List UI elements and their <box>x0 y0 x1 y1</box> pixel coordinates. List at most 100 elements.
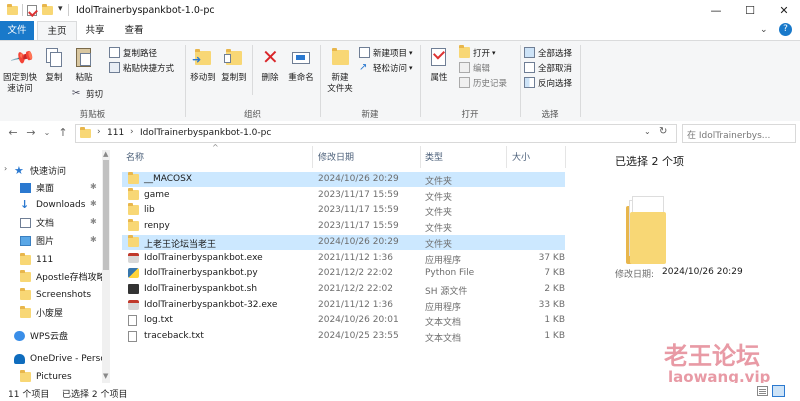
sort-ascending-icon: ^ <box>212 143 219 152</box>
file-size: 37 KB <box>538 252 565 263</box>
onedrive-icon <box>14 353 25 364</box>
new-folder-quick-icon[interactable] <box>42 4 53 15</box>
new-folder-button[interactable]: 新建 文件夹 <box>324 44 356 104</box>
status-selected-count: 已选择 2 个项目 <box>62 390 128 400</box>
copy-button[interactable]: 复制 <box>40 44 68 94</box>
search-box[interactable]: 在 IdolTrainerbys... <box>682 124 796 143</box>
preview-title: 已选择 2 个项 <box>615 155 684 168</box>
shell-script-icon <box>128 283 139 294</box>
file-name: IdolTrainerbyspankbot.sh <box>144 283 258 294</box>
help-icon[interactable]: ? <box>779 23 792 36</box>
details-view-icon[interactable] <box>757 386 768 396</box>
nav-item[interactable]: OneDrive - Perso <box>14 350 114 367</box>
close-button[interactable]: ✕ <box>768 0 800 21</box>
nav-item[interactable]: WPS云盘 <box>14 327 114 344</box>
folder-icon <box>20 369 31 382</box>
tab-file[interactable]: 文件 <box>0 21 34 40</box>
rename-label: 重命名 <box>288 73 314 83</box>
expand-chevron-icon[interactable]: › <box>4 164 7 173</box>
file-row[interactable]: IdolTrainerbyspankbot.sh 2021/12/2 22:02 S… <box>122 282 565 297</box>
rename-button[interactable]: 重命名 <box>286 44 316 96</box>
edit-label: 编辑 <box>473 63 491 74</box>
file-row[interactable]: traceback.txt 2024/10/25 23:55 文本文档 1 KB <box>122 329 565 344</box>
collapse-ribbon-icon[interactable]: ⌄ <box>760 25 768 35</box>
nav-scrollbar-thumb[interactable] <box>103 160 109 270</box>
file-row[interactable]: renpy 2023/11/17 15:59 文件夹 <box>122 219 565 234</box>
pin-label: 固定到快 速访问 <box>2 73 37 94</box>
open-icon <box>459 45 470 58</box>
select-none-button[interactable]: 全部取消 <box>524 61 572 74</box>
column-divider[interactable] <box>565 146 566 168</box>
easy-access-button[interactable]: ↗ 轻松访问 ▾ <box>359 61 413 74</box>
folder-icon <box>128 219 139 232</box>
customize-toolbar-icon[interactable]: ▾ <box>58 4 63 14</box>
tab-share[interactable]: 共享 <box>78 21 112 40</box>
delete-button[interactable]: ✕ 删除 <box>256 44 284 96</box>
address-bar[interactable]: › 111 › IdolTrainerbyspankbot-1.0-pc ⌄ ↻ <box>75 124 677 143</box>
application-icon <box>128 252 139 263</box>
column-header-name[interactable]: 名称 <box>126 150 144 163</box>
edit-button[interactable]: 编辑 <box>459 61 490 74</box>
breadcrumb-current[interactable]: IdolTrainerbyspankbot-1.0-pc <box>140 128 271 138</box>
open-button[interactable]: 打开 ▾ <box>459 45 496 59</box>
maximize-button[interactable]: ☐ <box>734 0 766 21</box>
back-arrow-icon[interactable]: ← <box>6 126 20 140</box>
properties-button[interactable]: 属性 <box>424 44 454 96</box>
file-type: 文件夹 <box>425 239 453 250</box>
refresh-icon[interactable]: ↻ <box>659 126 667 137</box>
new-item-button[interactable]: 新建项目 ▾ <box>359 46 413 59</box>
recent-locations-icon[interactable]: ⌄ <box>40 126 54 140</box>
copy-path-button[interactable]: 复制路径 <box>109 46 157 59</box>
file-row[interactable]: game 2023/11/17 15:59 文件夹 <box>122 187 565 203</box>
properties-quick-icon[interactable] <box>27 5 38 17</box>
up-arrow-icon[interactable]: ↑ <box>56 126 70 140</box>
copy-to-button[interactable]: 复制到 <box>219 44 249 96</box>
file-date: 2021/11/12 1:36 <box>318 299 393 310</box>
cut-button[interactable]: ✂ 剪切 <box>72 87 103 100</box>
column-header-type[interactable]: 类型 <box>425 150 443 163</box>
invert-selection-button[interactable]: 反向选择 <box>524 76 572 89</box>
paste-shortcut-button[interactable]: 粘贴快捷方式 <box>109 61 174 74</box>
file-name: IdolTrainerbyspankbot-32.exe <box>144 299 278 310</box>
breadcrumb-111[interactable]: 111 <box>107 128 124 138</box>
copy-path-label: 复制路径 <box>123 48 158 59</box>
text-file-icon <box>128 331 137 342</box>
tab-home[interactable]: 主页 <box>37 21 77 40</box>
file-row[interactable]: IdolTrainerbyspankbot.exe 2021/11/12 1:36… <box>122 251 565 266</box>
file-row[interactable]: __MACOSX 2024/10/26 20:29 文件夹 <box>122 172 565 187</box>
preview-modified-value: 2024/10/26 20:29 <box>662 267 743 277</box>
new-item-icon <box>359 47 370 58</box>
star-icon: ★ <box>14 163 24 177</box>
address-dropdown-icon[interactable]: ⌄ <box>644 127 651 136</box>
column-divider[interactable] <box>312 146 313 168</box>
history-button[interactable]: 历史记录 <box>459 76 507 89</box>
file-date: 2023/11/17 15:59 <box>318 221 399 232</box>
folder-icon <box>20 287 31 300</box>
new-folder-icon <box>332 48 349 65</box>
divider <box>22 4 23 16</box>
new-group-label: 新建 <box>361 110 379 120</box>
select-all-button[interactable]: 全部选择 <box>524 46 572 59</box>
pin-quick-access-button[interactable]: 📌 固定到快 速访问 <box>2 44 38 106</box>
column-divider[interactable] <box>420 146 421 168</box>
folder-icon <box>20 305 31 318</box>
pin-icon: 📌 <box>9 44 37 71</box>
file-row[interactable]: 上老王论坛当老王 2024/10/26 20:29 文件夹 <box>122 234 565 250</box>
file-row[interactable]: log.txt 2024/10/26 20:01 文本文档 1 KB <box>122 313 565 328</box>
file-row[interactable]: IdolTrainerbyspankbot-32.exe 2021/11/12 1… <box>122 298 565 313</box>
forward-arrow-icon[interactable]: → <box>24 126 38 140</box>
move-to-label: 移动到 <box>190 73 216 83</box>
column-divider[interactable] <box>506 146 507 168</box>
file-row[interactable]: IdolTrainerbyspankbot.py 2021/12/2 22:02 P… <box>122 266 565 281</box>
nav-item[interactable]: ★ 快速访问 <box>14 162 114 179</box>
group-divider <box>320 45 321 117</box>
large-icons-view-icon[interactable] <box>772 385 785 397</box>
dropdown-icon: ▾ <box>409 48 413 57</box>
file-row[interactable]: lib 2023/11/17 15:59 文件夹 <box>122 203 565 218</box>
minimize-button[interactable]: — <box>700 0 732 21</box>
column-header-date[interactable]: 修改日期 <box>318 150 354 163</box>
move-to-button[interactable]: ➜ 移动到 <box>188 44 218 96</box>
column-header-size[interactable]: 大小 <box>512 150 530 163</box>
nav-scrollbar[interactable]: ▲ ▼ <box>102 150 110 383</box>
tab-view[interactable]: 查看 <box>115 21 153 40</box>
